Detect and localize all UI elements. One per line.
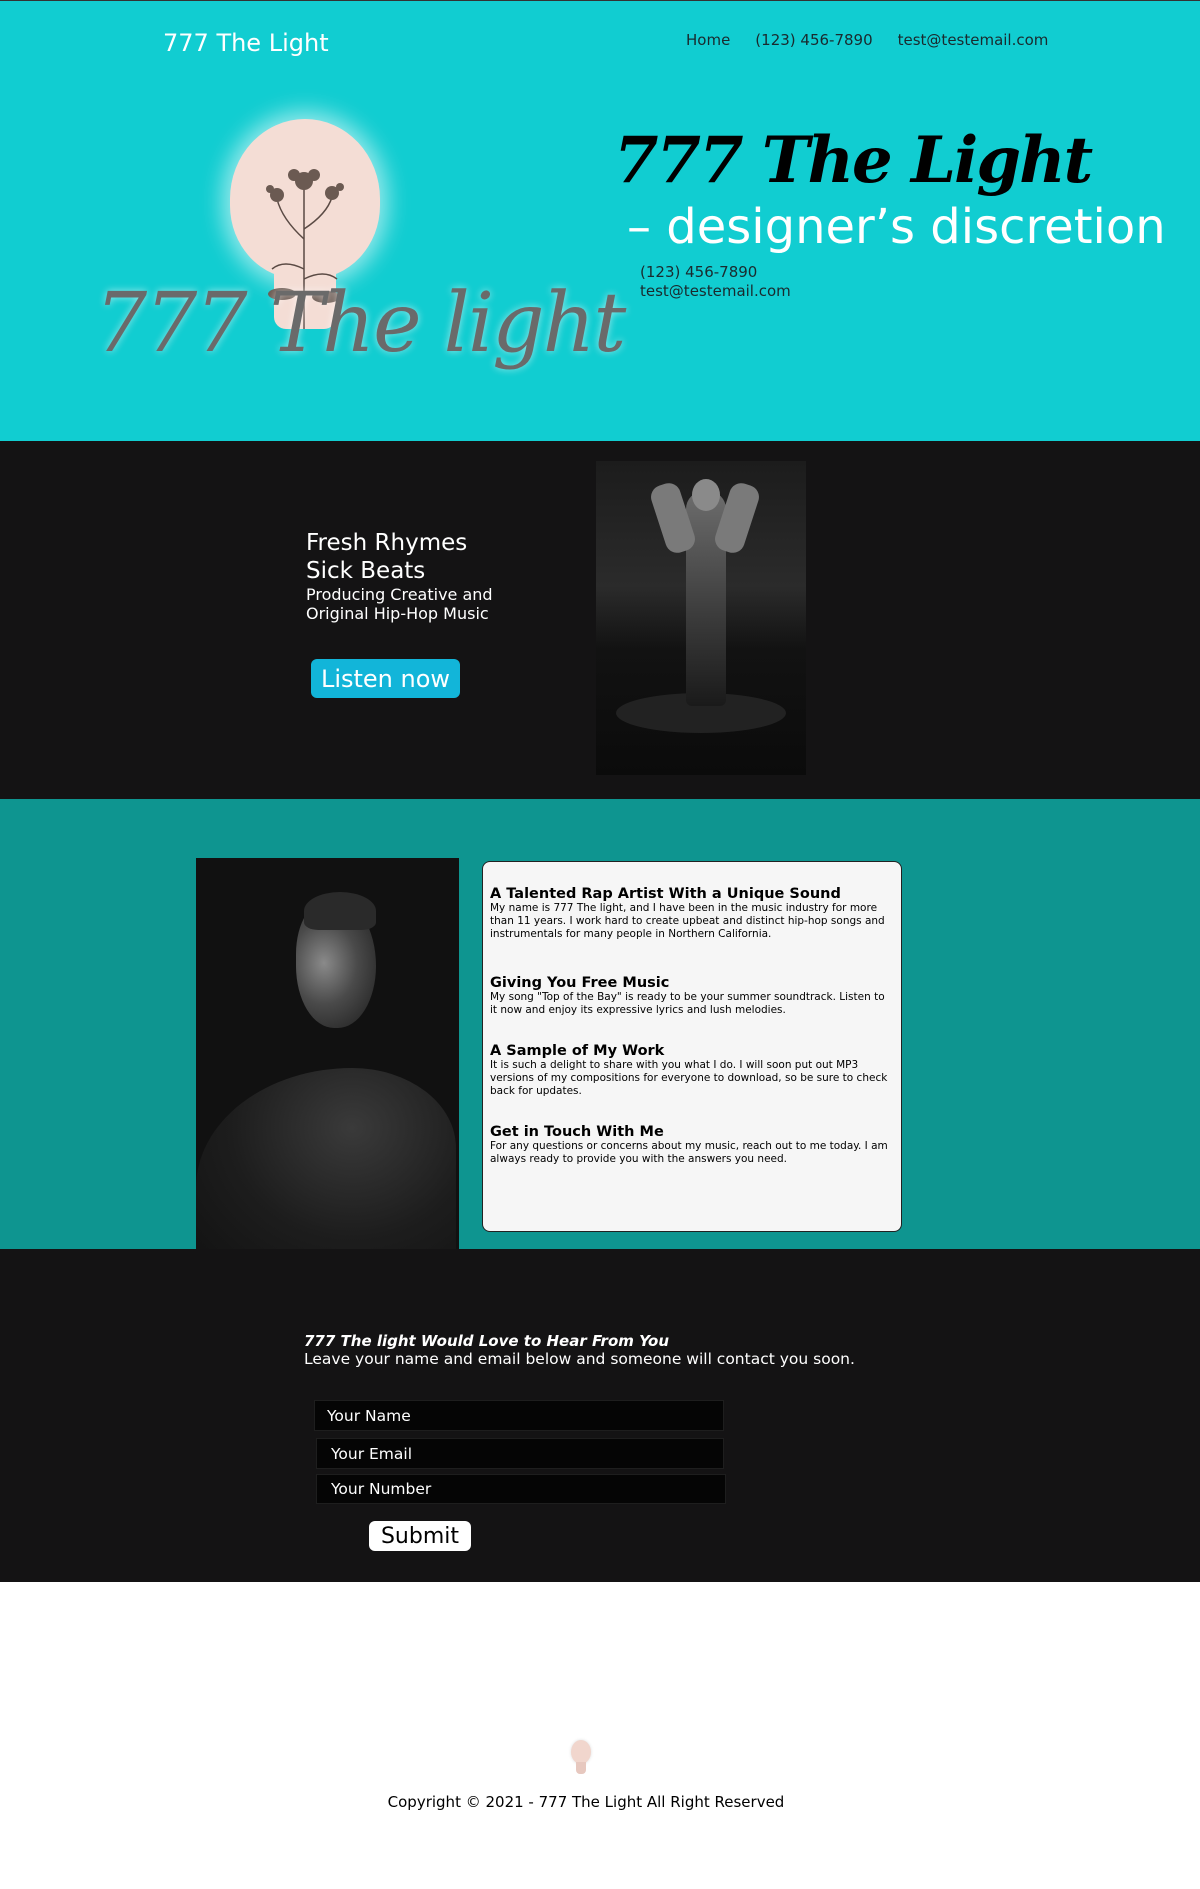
promo-desc-2: Original Hip-Hop Music	[306, 604, 489, 623]
nav-email-link[interactable]: test@testemail.com	[898, 31, 1049, 49]
lightbulb-footer-icon	[569, 1740, 591, 1778]
info-item: Giving You Free Music My song "Top of th…	[490, 975, 894, 1017]
submit-button[interactable]: Submit	[369, 1521, 471, 1551]
info-heading: A Sample of My Work	[490, 1043, 665, 1059]
logo-text: 777 The light	[95, 276, 626, 371]
about-info-box: A Talented Rap Artist With a Unique Soun…	[482, 861, 902, 1232]
info-heading: Get in Touch With Me	[490, 1124, 664, 1140]
nav-home-link[interactable]: Home	[686, 31, 730, 49]
hero-section: 777 The Light Home (123) 456-7890 test@t…	[0, 0, 1200, 441]
hero-email[interactable]: test@testemail.com	[640, 282, 791, 301]
email-field[interactable]: Your Email	[316, 1438, 724, 1469]
info-item: Get in Touch With Me For any questions o…	[490, 1124, 894, 1166]
info-heading: A Talented Rap Artist With a Unique Soun…	[490, 886, 841, 902]
copyright-text: Copyright © 2021 - 777 The Light All Rig…	[387, 1793, 785, 1811]
hero-contact: (123) 456-7890 test@testemail.com	[640, 263, 791, 301]
form-header: 777 The light Would Love to Hear From Yo…	[304, 1332, 855, 1368]
promo-section: Fresh Rhymes Sick Beats Producing Creati…	[0, 441, 1200, 799]
top-nav: Home (123) 456-7890 test@testemail.com	[686, 31, 1048, 49]
info-body: It is such a delight to share with you w…	[490, 1059, 888, 1097]
info-body: For any questions or concerns about my m…	[490, 1140, 888, 1165]
hero-subtitle: – designer’s discretion	[627, 199, 1166, 255]
name-field[interactable]: Your Name	[314, 1400, 724, 1431]
promo-text: Fresh Rhymes Sick Beats Producing Creati…	[306, 529, 493, 623]
promo-line-1: Fresh Rhymes	[306, 530, 468, 556]
performer-photo	[596, 461, 806, 775]
promo-line-2: Sick Beats	[306, 558, 426, 584]
form-title: 777 The light Would Love to Hear From Yo…	[304, 1332, 670, 1350]
artist-portrait-photo	[196, 858, 459, 1249]
info-item: A Sample of My Work It is such a delight…	[490, 1043, 894, 1098]
hero-phone[interactable]: (123) 456-7890	[640, 263, 791, 282]
info-heading: Giving You Free Music	[490, 975, 670, 991]
about-section: A Talented Rap Artist With a Unique Soun…	[0, 799, 1200, 1249]
info-item: A Talented Rap Artist With a Unique Soun…	[490, 886, 894, 941]
promo-desc-1: Producing Creative and	[306, 585, 493, 604]
number-field[interactable]: Your Number	[316, 1474, 726, 1504]
hero-title: 777 The Light	[614, 123, 1093, 198]
listen-now-button[interactable]: Listen now	[311, 659, 460, 698]
info-body: My name is 777 The light, and I have bee…	[490, 902, 885, 940]
info-body: My song "Top of the Bay" is ready to be …	[490, 991, 885, 1016]
contact-form-section: 777 The light Would Love to Hear From Yo…	[0, 1249, 1200, 1582]
nav-phone-link[interactable]: (123) 456-7890	[755, 31, 872, 49]
form-subtitle: Leave your name and email below and some…	[304, 1350, 855, 1368]
site-title[interactable]: 777 The Light	[163, 29, 329, 57]
